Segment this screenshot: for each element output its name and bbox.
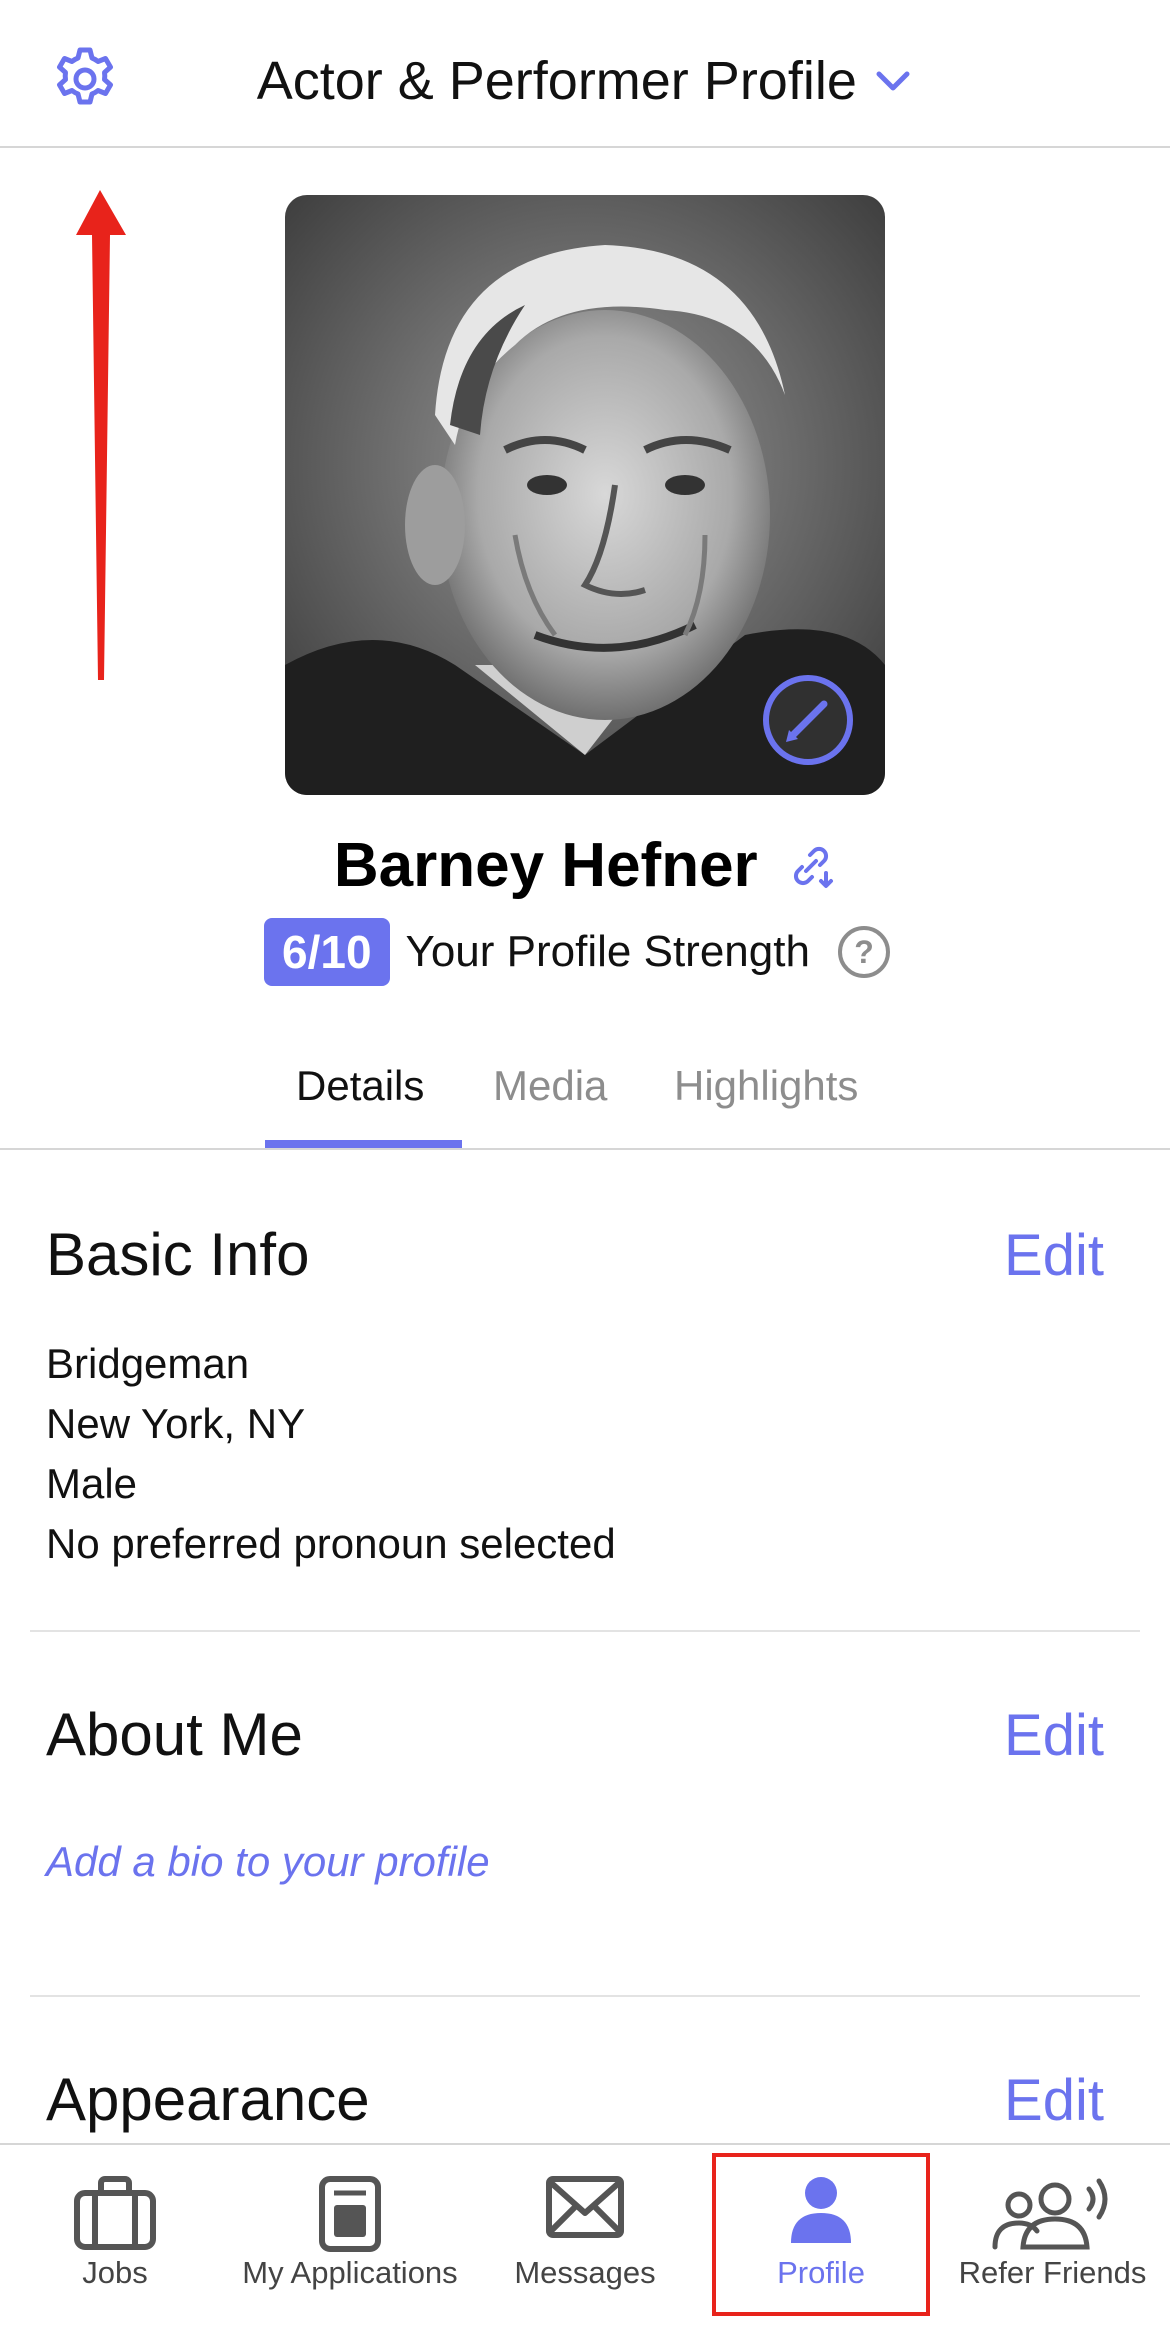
nav-jobs-label: Jobs (82, 2255, 148, 2290)
svg-text:?: ? (854, 934, 874, 970)
basic-info-line: Male (46, 1460, 138, 1507)
share-link-icon[interactable] (786, 841, 836, 891)
profile-type-selector[interactable]: Actor & Performer Profile (0, 50, 1170, 112)
profile-strength-label: Your Profile Strength (405, 927, 810, 976)
profile-tabs: Details Media Highlights (0, 1020, 1170, 1150)
basic-info-line: New York, NY (46, 1400, 306, 1447)
profile-strength-row[interactable]: 6/10 Your Profile Strength ? (264, 918, 892, 986)
tab-highlights[interactable]: Highlights (674, 1062, 858, 1110)
about-me-title: About Me (46, 1701, 303, 1768)
section-divider (30, 1995, 1140, 1997)
basic-info-line: No preferred pronoun selected (46, 1520, 616, 1567)
nav-jobs[interactable]: Jobs (40, 2145, 190, 2325)
appearance-title: Appearance (46, 2066, 370, 2133)
bottom-tab-bar: Jobs My Applications Messages Profile Re… (0, 2143, 1170, 2325)
section-divider (30, 1630, 1140, 1632)
add-bio-link[interactable]: Add a bio to your profile (46, 1838, 490, 1886)
nav-refer-friends[interactable]: Refer Friends (945, 2145, 1160, 2325)
nav-my-applications[interactable]: My Applications (230, 2145, 470, 2325)
appearance-edit-button[interactable]: Edit (1004, 2067, 1104, 2134)
active-tab-indicator (265, 1140, 462, 1148)
edit-photo-icon[interactable] (758, 670, 858, 770)
refer-friends-icon (992, 2178, 1107, 2250)
basic-info-edit-button[interactable]: Edit (1004, 1222, 1104, 1289)
app-header: Actor & Performer Profile (0, 0, 1170, 148)
basic-info-title: Basic Info (46, 1221, 310, 1288)
nav-messages[interactable]: Messages (500, 2145, 670, 2325)
envelope-icon (546, 2176, 624, 2238)
nav-refer-friends-label: Refer Friends (958, 2255, 1147, 2290)
briefcase-icon (74, 2176, 156, 2250)
about-me-edit-button[interactable]: Edit (1004, 1702, 1104, 1769)
profile-name: Barney Hefner (333, 831, 758, 900)
profile-strength-badge: 6/10 (264, 918, 390, 986)
nav-messages-label: Messages (514, 2255, 656, 2290)
applications-icon (319, 2176, 381, 2252)
tab-details[interactable]: Details (296, 1062, 424, 1110)
annotation-arrow (76, 190, 126, 680)
basic-info-line: Bridgeman (46, 1340, 250, 1387)
nav-my-applications-label: My Applications (242, 2255, 458, 2290)
annotation-highlight-box (712, 2153, 930, 2316)
tab-media[interactable]: Media (493, 1062, 607, 1110)
help-icon[interactable]: ? (836, 924, 892, 980)
page-title: Actor & Performer Profile (256, 51, 857, 111)
profile-name-row: Barney Hefner (0, 830, 1170, 901)
chevron-down-icon (876, 71, 910, 91)
